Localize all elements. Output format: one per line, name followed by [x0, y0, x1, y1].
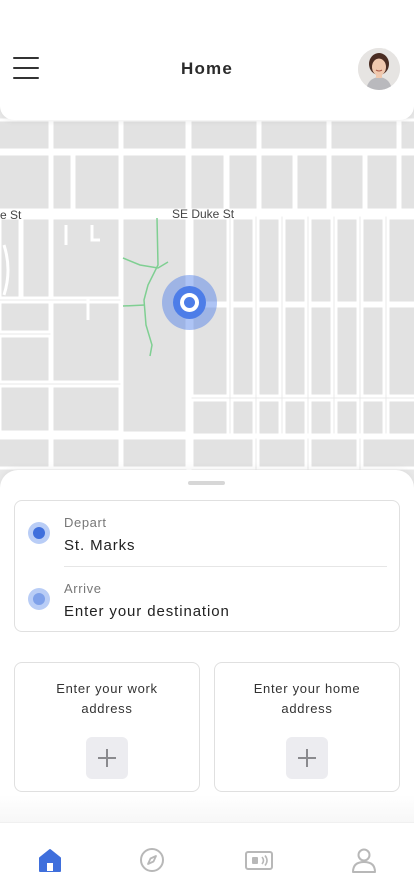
- tab-explore-compass-icon[interactable]: [137, 845, 167, 875]
- depart-value: St. Marks: [64, 537, 136, 554]
- arrive-label: Arrive: [64, 581, 102, 596]
- trip-planner-sheet: Depart St. Marks Arrive Enter your desti…: [0, 470, 414, 822]
- arrive-input[interactable]: Enter your destination: [64, 603, 230, 620]
- sheet-drag-handle[interactable]: [188, 481, 225, 485]
- depart-field[interactable]: Depart St. Marks: [15, 501, 399, 567]
- street-label-west: e St: [0, 208, 22, 222]
- trip-card: Depart St. Marks Arrive Enter your desti…: [14, 500, 400, 632]
- add-work-address-plus-icon[interactable]: [86, 737, 128, 779]
- tab-bar: [0, 822, 414, 896]
- tab-tickets-icon[interactable]: [244, 845, 274, 875]
- page-title: Home: [180, 59, 234, 78]
- user-avatar[interactable]: [358, 48, 400, 90]
- app-header: Home: [0, 0, 414, 120]
- current-location-dot: [180, 293, 199, 312]
- work-address-card[interactable]: Enter your work address: [14, 662, 200, 792]
- home-address-text: Enter your home address: [253, 681, 361, 716]
- arrive-field[interactable]: Arrive Enter your destination: [15, 567, 399, 633]
- street-label-se-duke: SE Duke St: [172, 207, 235, 221]
- sheet-bottom-fade: [0, 795, 414, 822]
- depart-marker-icon: [28, 522, 50, 544]
- tab-profile-person-icon[interactable]: [349, 845, 379, 875]
- depart-label: Depart: [64, 515, 107, 530]
- avatar-illustration: [358, 48, 400, 90]
- work-address-text: Enter your work address: [56, 681, 158, 716]
- arrive-marker-icon: [28, 588, 50, 610]
- tab-home-icon[interactable]: [35, 845, 65, 875]
- home-address-card[interactable]: Enter your home address: [214, 662, 400, 792]
- add-home-address-plus-icon[interactable]: [286, 737, 328, 779]
